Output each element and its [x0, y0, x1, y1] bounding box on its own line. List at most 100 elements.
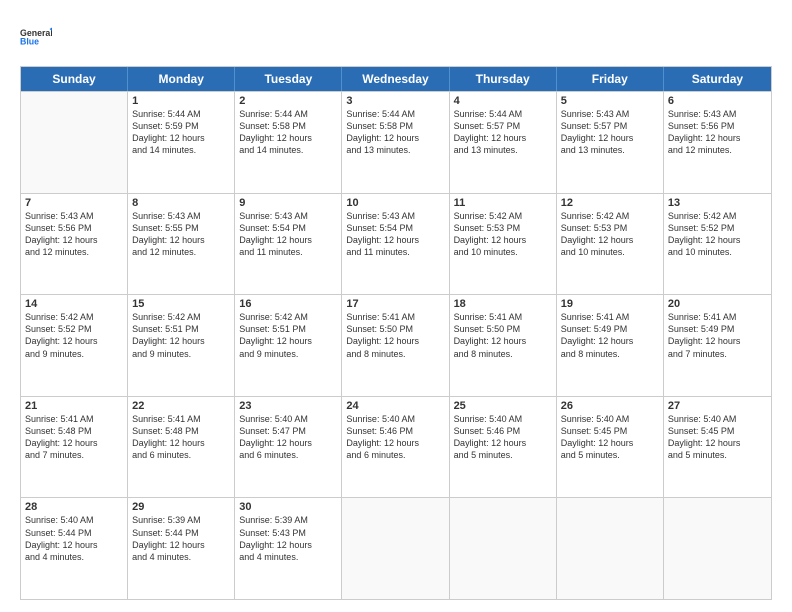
day-cell-30: 30Sunrise: 5:39 AM Sunset: 5:43 PM Dayli…: [235, 498, 342, 599]
day-number: 11: [454, 197, 552, 209]
day-number: 22: [132, 400, 230, 412]
day-number: 27: [668, 400, 767, 412]
day-info: Sunrise: 5:39 AM Sunset: 5:44 PM Dayligh…: [132, 514, 230, 563]
day-info: Sunrise: 5:44 AM Sunset: 5:57 PM Dayligh…: [454, 108, 552, 157]
day-cell-24: 24Sunrise: 5:40 AM Sunset: 5:46 PM Dayli…: [342, 397, 449, 498]
empty-cell-4-6: [664, 498, 771, 599]
day-cell-4: 4Sunrise: 5:44 AM Sunset: 5:57 PM Daylig…: [450, 92, 557, 193]
day-cell-2: 2Sunrise: 5:44 AM Sunset: 5:58 PM Daylig…: [235, 92, 342, 193]
day-number: 23: [239, 400, 337, 412]
day-number: 30: [239, 501, 337, 513]
day-info: Sunrise: 5:44 AM Sunset: 5:58 PM Dayligh…: [346, 108, 444, 157]
day-info: Sunrise: 5:40 AM Sunset: 5:45 PM Dayligh…: [561, 413, 659, 462]
day-cell-3: 3Sunrise: 5:44 AM Sunset: 5:58 PM Daylig…: [342, 92, 449, 193]
calendar-row-0: 1Sunrise: 5:44 AM Sunset: 5:59 PM Daylig…: [21, 91, 771, 193]
header: General Blue: [20, 18, 772, 56]
day-number: 6: [668, 95, 767, 107]
calendar-body: 1Sunrise: 5:44 AM Sunset: 5:59 PM Daylig…: [21, 91, 771, 599]
day-info: Sunrise: 5:41 AM Sunset: 5:48 PM Dayligh…: [25, 413, 123, 462]
day-info: Sunrise: 5:40 AM Sunset: 5:47 PM Dayligh…: [239, 413, 337, 462]
day-info: Sunrise: 5:41 AM Sunset: 5:48 PM Dayligh…: [132, 413, 230, 462]
day-number: 8: [132, 197, 230, 209]
day-cell-10: 10Sunrise: 5:43 AM Sunset: 5:54 PM Dayli…: [342, 194, 449, 295]
calendar-row-1: 7Sunrise: 5:43 AM Sunset: 5:56 PM Daylig…: [21, 193, 771, 295]
day-info: Sunrise: 5:42 AM Sunset: 5:52 PM Dayligh…: [668, 210, 767, 259]
day-number: 20: [668, 298, 767, 310]
day-info: Sunrise: 5:41 AM Sunset: 5:50 PM Dayligh…: [346, 311, 444, 360]
logo-svg: General Blue: [20, 18, 52, 56]
day-info: Sunrise: 5:43 AM Sunset: 5:54 PM Dayligh…: [239, 210, 337, 259]
day-number: 19: [561, 298, 659, 310]
day-info: Sunrise: 5:40 AM Sunset: 5:45 PM Dayligh…: [668, 413, 767, 462]
day-info: Sunrise: 5:43 AM Sunset: 5:56 PM Dayligh…: [668, 108, 767, 157]
day-info: Sunrise: 5:44 AM Sunset: 5:59 PM Dayligh…: [132, 108, 230, 157]
day-number: 14: [25, 298, 123, 310]
day-info: Sunrise: 5:41 AM Sunset: 5:49 PM Dayligh…: [561, 311, 659, 360]
day-info: Sunrise: 5:40 AM Sunset: 5:46 PM Dayligh…: [454, 413, 552, 462]
day-number: 15: [132, 298, 230, 310]
day-info: Sunrise: 5:39 AM Sunset: 5:43 PM Dayligh…: [239, 514, 337, 563]
day-info: Sunrise: 5:43 AM Sunset: 5:55 PM Dayligh…: [132, 210, 230, 259]
calendar-row-3: 21Sunrise: 5:41 AM Sunset: 5:48 PM Dayli…: [21, 396, 771, 498]
day-number: 26: [561, 400, 659, 412]
day-cell-7: 7Sunrise: 5:43 AM Sunset: 5:56 PM Daylig…: [21, 194, 128, 295]
day-cell-27: 27Sunrise: 5:40 AM Sunset: 5:45 PM Dayli…: [664, 397, 771, 498]
page: General Blue SundayMondayTuesdayWednesda…: [0, 0, 792, 612]
day-number: 17: [346, 298, 444, 310]
day-cell-16: 16Sunrise: 5:42 AM Sunset: 5:51 PM Dayli…: [235, 295, 342, 396]
day-cell-29: 29Sunrise: 5:39 AM Sunset: 5:44 PM Dayli…: [128, 498, 235, 599]
day-cell-6: 6Sunrise: 5:43 AM Sunset: 5:56 PM Daylig…: [664, 92, 771, 193]
day-cell-23: 23Sunrise: 5:40 AM Sunset: 5:47 PM Dayli…: [235, 397, 342, 498]
svg-text:Blue: Blue: [20, 37, 39, 47]
day-info: Sunrise: 5:44 AM Sunset: 5:58 PM Dayligh…: [239, 108, 337, 157]
calendar-header: SundayMondayTuesdayWednesdayThursdayFrid…: [21, 67, 771, 91]
day-number: 28: [25, 501, 123, 513]
day-info: Sunrise: 5:40 AM Sunset: 5:44 PM Dayligh…: [25, 514, 123, 563]
header-day-tuesday: Tuesday: [235, 67, 342, 91]
day-cell-17: 17Sunrise: 5:41 AM Sunset: 5:50 PM Dayli…: [342, 295, 449, 396]
day-number: 21: [25, 400, 123, 412]
day-info: Sunrise: 5:42 AM Sunset: 5:51 PM Dayligh…: [239, 311, 337, 360]
day-number: 3: [346, 95, 444, 107]
logo: General Blue: [20, 18, 52, 56]
day-info: Sunrise: 5:43 AM Sunset: 5:56 PM Dayligh…: [25, 210, 123, 259]
day-info: Sunrise: 5:40 AM Sunset: 5:46 PM Dayligh…: [346, 413, 444, 462]
empty-cell-4-5: [557, 498, 664, 599]
day-cell-28: 28Sunrise: 5:40 AM Sunset: 5:44 PM Dayli…: [21, 498, 128, 599]
day-cell-5: 5Sunrise: 5:43 AM Sunset: 5:57 PM Daylig…: [557, 92, 664, 193]
header-day-friday: Friday: [557, 67, 664, 91]
day-cell-1: 1Sunrise: 5:44 AM Sunset: 5:59 PM Daylig…: [128, 92, 235, 193]
day-cell-20: 20Sunrise: 5:41 AM Sunset: 5:49 PM Dayli…: [664, 295, 771, 396]
header-day-sunday: Sunday: [21, 67, 128, 91]
day-info: Sunrise: 5:41 AM Sunset: 5:49 PM Dayligh…: [668, 311, 767, 360]
day-number: 5: [561, 95, 659, 107]
day-number: 4: [454, 95, 552, 107]
day-cell-22: 22Sunrise: 5:41 AM Sunset: 5:48 PM Dayli…: [128, 397, 235, 498]
day-cell-13: 13Sunrise: 5:42 AM Sunset: 5:52 PM Dayli…: [664, 194, 771, 295]
day-number: 1: [132, 95, 230, 107]
day-info: Sunrise: 5:42 AM Sunset: 5:51 PM Dayligh…: [132, 311, 230, 360]
day-cell-25: 25Sunrise: 5:40 AM Sunset: 5:46 PM Dayli…: [450, 397, 557, 498]
day-cell-9: 9Sunrise: 5:43 AM Sunset: 5:54 PM Daylig…: [235, 194, 342, 295]
empty-cell-0-0: [21, 92, 128, 193]
day-info: Sunrise: 5:41 AM Sunset: 5:50 PM Dayligh…: [454, 311, 552, 360]
header-day-thursday: Thursday: [450, 67, 557, 91]
day-number: 9: [239, 197, 337, 209]
day-cell-12: 12Sunrise: 5:42 AM Sunset: 5:53 PM Dayli…: [557, 194, 664, 295]
day-info: Sunrise: 5:42 AM Sunset: 5:52 PM Dayligh…: [25, 311, 123, 360]
day-number: 25: [454, 400, 552, 412]
day-number: 2: [239, 95, 337, 107]
day-info: Sunrise: 5:42 AM Sunset: 5:53 PM Dayligh…: [454, 210, 552, 259]
header-day-saturday: Saturday: [664, 67, 771, 91]
day-number: 29: [132, 501, 230, 513]
day-number: 24: [346, 400, 444, 412]
day-cell-21: 21Sunrise: 5:41 AM Sunset: 5:48 PM Dayli…: [21, 397, 128, 498]
empty-cell-4-3: [342, 498, 449, 599]
day-info: Sunrise: 5:42 AM Sunset: 5:53 PM Dayligh…: [561, 210, 659, 259]
day-cell-8: 8Sunrise: 5:43 AM Sunset: 5:55 PM Daylig…: [128, 194, 235, 295]
day-number: 10: [346, 197, 444, 209]
day-cell-18: 18Sunrise: 5:41 AM Sunset: 5:50 PM Dayli…: [450, 295, 557, 396]
header-day-wednesday: Wednesday: [342, 67, 449, 91]
header-day-monday: Monday: [128, 67, 235, 91]
day-number: 13: [668, 197, 767, 209]
